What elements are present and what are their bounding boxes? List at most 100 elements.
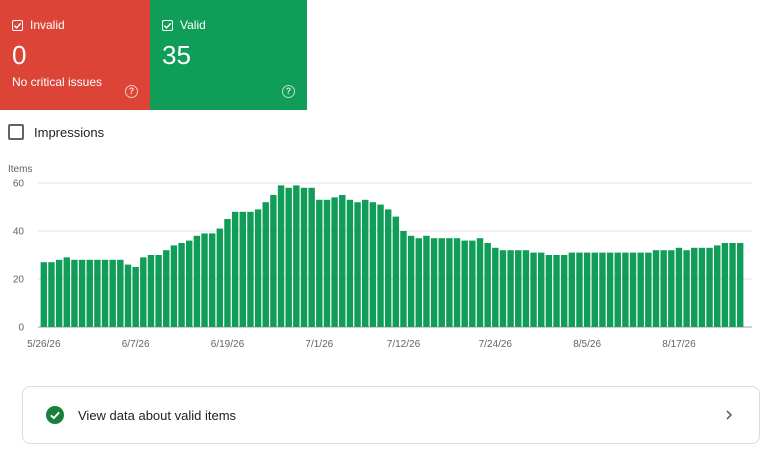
impressions-toggle[interactable]: Impressions (8, 124, 104, 140)
chart-bar[interactable] (446, 238, 453, 327)
chart-bar[interactable] (515, 250, 522, 327)
chart-bar[interactable] (285, 187, 292, 327)
chart-bar[interactable] (78, 259, 86, 327)
chart-bar[interactable] (308, 187, 315, 327)
chart-bar[interactable] (492, 247, 499, 327)
chart-bar[interactable] (606, 252, 614, 327)
chart-bar[interactable] (614, 252, 621, 327)
chart-bar[interactable] (407, 235, 415, 327)
valid-status-card[interactable]: Valid 35 ? (150, 0, 307, 110)
chart-bar[interactable] (522, 250, 530, 327)
chart-bar[interactable] (109, 259, 116, 327)
invalid-status-card[interactable]: Invalid 0 No critical issues ? (0, 0, 150, 110)
chart-bar[interactable] (629, 252, 637, 327)
chart-bar[interactable] (224, 219, 231, 327)
chart-bar[interactable] (316, 199, 323, 327)
chart-bar[interactable] (430, 238, 438, 327)
chart-bar[interactable] (576, 252, 583, 327)
chart-bar[interactable] (140, 257, 147, 327)
chart-bar[interactable] (553, 255, 560, 327)
chart-bar[interactable] (484, 243, 491, 327)
chart-bar[interactable] (48, 262, 55, 327)
chart-bar[interactable] (461, 240, 468, 327)
chart-bar[interactable] (721, 243, 729, 327)
chart-bar[interactable] (622, 252, 629, 327)
chart-bar[interactable] (599, 252, 606, 327)
chart-bar[interactable] (193, 235, 201, 327)
chart-bar[interactable] (117, 259, 124, 327)
chart-bar[interactable] (270, 195, 277, 327)
chart-bar[interactable] (392, 216, 400, 327)
chart-bar[interactable] (40, 262, 48, 327)
chevron-right-icon[interactable] (723, 409, 735, 421)
chart-bar[interactable] (147, 255, 155, 327)
chart-bar[interactable] (178, 243, 185, 327)
chart-bar[interactable] (231, 211, 239, 327)
chart-bar[interactable] (101, 259, 109, 327)
chart-bar[interactable] (293, 185, 300, 327)
chart-bar[interactable] (163, 250, 170, 327)
chart-bar[interactable] (124, 264, 132, 327)
checkbox-checked-icon[interactable] (12, 19, 23, 31)
chart-bar[interactable] (377, 204, 384, 327)
chart-bar[interactable] (63, 257, 70, 327)
chart-bar[interactable] (155, 255, 162, 327)
view-valid-items-card[interactable]: View data about valid items (22, 386, 760, 444)
chart-bar[interactable] (476, 238, 484, 327)
chart-bar[interactable] (55, 259, 63, 327)
chart-bar[interactable] (507, 250, 514, 327)
chart-bar[interactable] (698, 247, 706, 327)
chart-bar[interactable] (400, 231, 407, 327)
chart-bar[interactable] (736, 243, 744, 327)
chart-bar[interactable] (86, 259, 93, 327)
chart-bar[interactable] (583, 252, 591, 327)
chart-bar[interactable] (132, 267, 139, 327)
chart-bar[interactable] (706, 247, 713, 327)
chart-bar[interactable] (339, 195, 346, 327)
chart-bar[interactable] (300, 187, 308, 327)
chart-bar[interactable] (660, 250, 667, 327)
chart-bar[interactable] (208, 233, 216, 327)
chart-bar[interactable] (254, 209, 262, 327)
chart-bar[interactable] (346, 199, 354, 327)
help-circle-icon[interactable]: ? (125, 85, 138, 98)
chart-bar[interactable] (637, 252, 644, 327)
chart-bar[interactable] (71, 259, 78, 327)
chart-bar[interactable] (560, 255, 568, 327)
chart-bar[interactable] (729, 243, 736, 327)
checkbox-unchecked-icon[interactable] (8, 124, 24, 140)
chart-bar[interactable] (499, 250, 507, 327)
chart-bar[interactable] (545, 255, 553, 327)
chart-bar[interactable] (438, 238, 445, 327)
chart-bar[interactable] (331, 197, 338, 327)
chart-bar[interactable] (354, 202, 361, 327)
chart-bar[interactable] (277, 185, 285, 327)
chart-bar[interactable] (714, 245, 721, 327)
chart-bar[interactable] (94, 259, 101, 327)
chart-bar[interactable] (201, 233, 208, 327)
chart-bar[interactable] (247, 211, 254, 327)
chart-bar[interactable] (530, 252, 537, 327)
chart-bar[interactable] (675, 247, 683, 327)
chart-bar[interactable] (538, 252, 545, 327)
chart-bar[interactable] (683, 250, 690, 327)
chart-bar[interactable] (323, 199, 331, 327)
chart-bar[interactable] (453, 238, 461, 327)
help-circle-icon[interactable]: ? (282, 85, 295, 98)
chart-bar[interactable] (384, 209, 392, 327)
chart-bar[interactable] (369, 202, 377, 327)
chart-bar[interactable] (262, 202, 269, 327)
checkbox-checked-icon[interactable] (162, 19, 173, 31)
chart-bar[interactable] (691, 247, 698, 327)
chart-bar[interactable] (568, 252, 576, 327)
chart-bar[interactable] (469, 240, 476, 327)
chart-bar[interactable] (239, 211, 246, 327)
chart-bar[interactable] (415, 238, 422, 327)
chart-bar[interactable] (591, 252, 598, 327)
chart-bar[interactable] (645, 252, 652, 327)
chart-bar[interactable] (186, 240, 193, 327)
chart-bar[interactable] (216, 228, 224, 327)
chart-bar[interactable] (652, 250, 660, 327)
chart-bar[interactable] (423, 235, 430, 327)
chart-bar[interactable] (668, 250, 675, 327)
